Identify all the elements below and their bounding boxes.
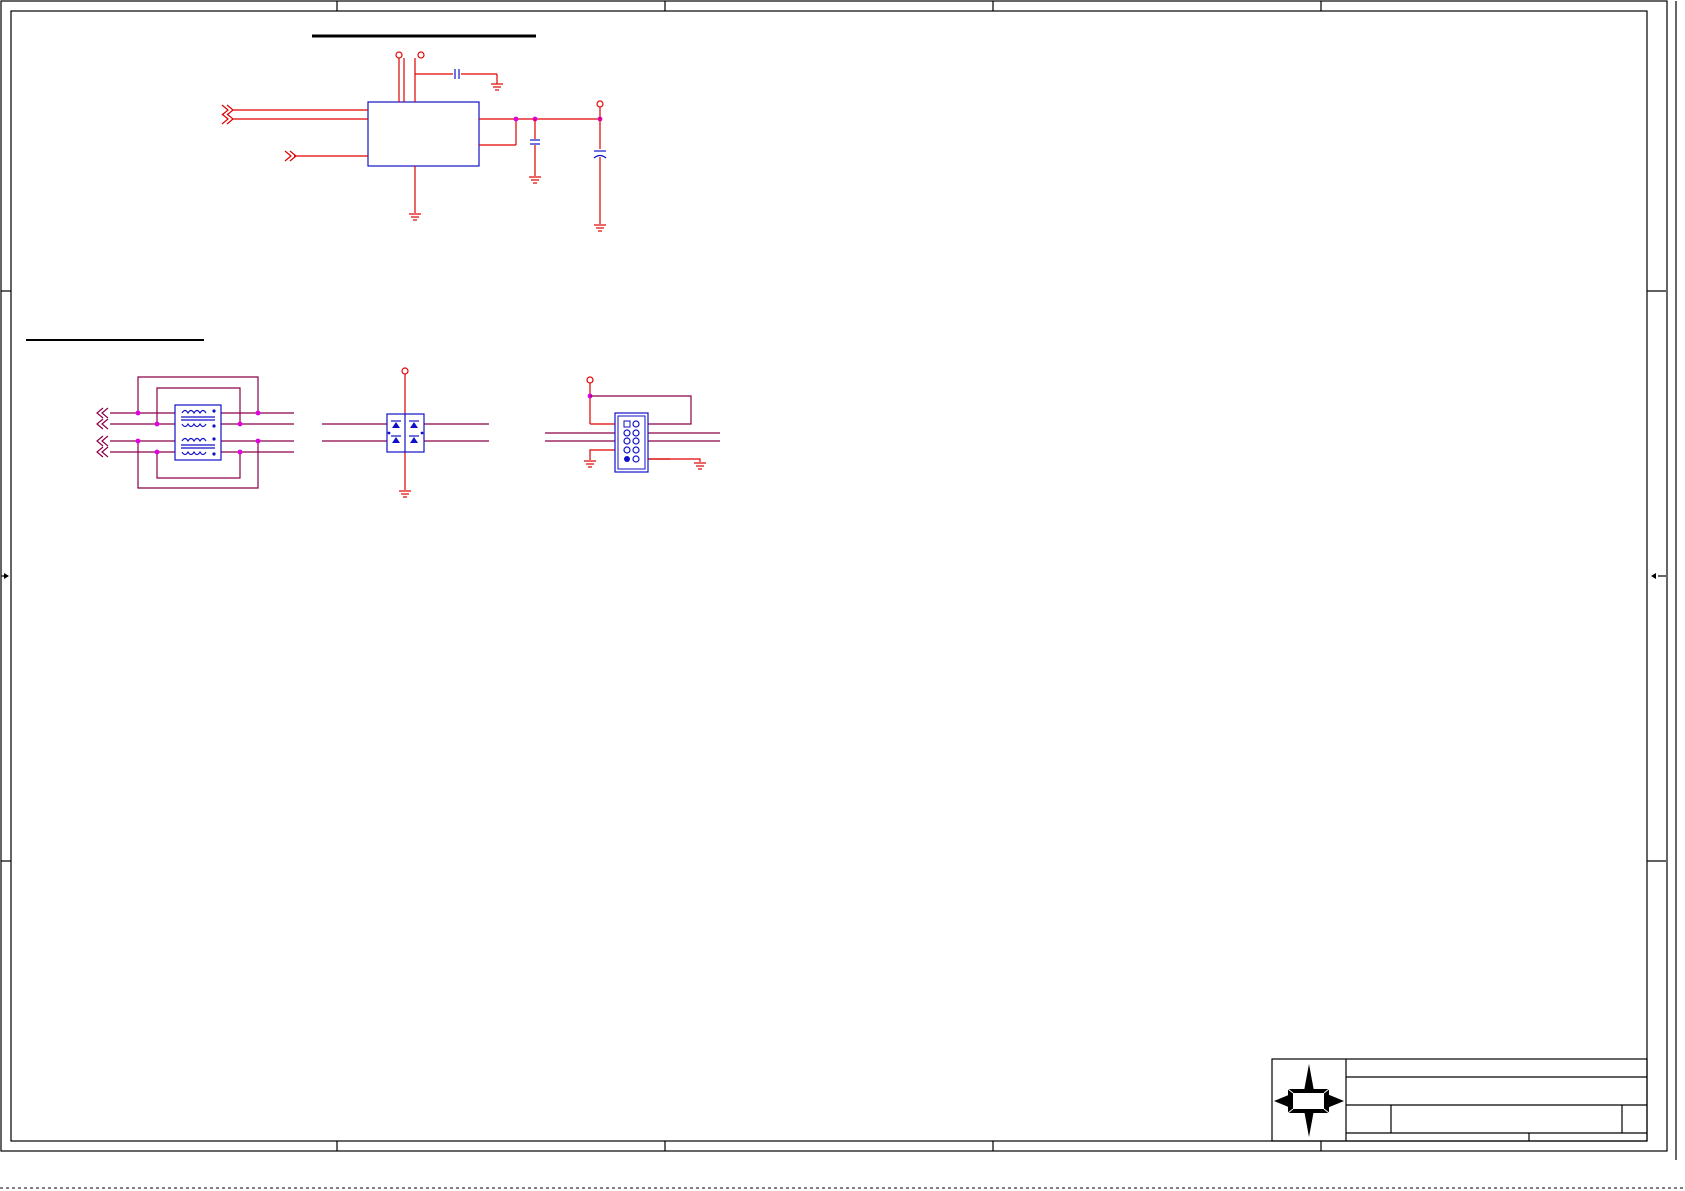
ground-icon xyxy=(584,460,596,468)
tvs-circuit xyxy=(322,367,489,498)
power-port-icon xyxy=(395,51,403,59)
power-port-icon xyxy=(586,376,594,384)
pin-header-icon xyxy=(614,412,649,473)
ground-icon xyxy=(694,462,706,470)
offpage-connector-icon xyxy=(96,446,109,458)
ground-icon xyxy=(409,213,421,221)
regulator-ic xyxy=(367,101,480,167)
capacitor-icon xyxy=(454,69,460,79)
offpage-connector-icon xyxy=(96,418,109,430)
transformer-circuit xyxy=(96,376,294,489)
power-port-icon xyxy=(596,100,604,108)
offpage-connector-icon xyxy=(221,104,234,116)
offpage-connector-icon xyxy=(96,435,109,447)
header-circuit xyxy=(545,376,720,473)
regulator-circuit xyxy=(221,51,607,232)
ground-icon xyxy=(491,83,503,91)
transformer-icon xyxy=(174,404,222,461)
capacitor-icon xyxy=(530,139,540,145)
ground-icon xyxy=(529,176,541,184)
offpage-connector-icon xyxy=(96,407,109,419)
ground-icon xyxy=(399,490,411,498)
offpage-connector-icon xyxy=(221,113,234,125)
title-block xyxy=(1271,1058,1648,1142)
schematic-sheet xyxy=(0,0,1685,1189)
tvs-diode-array-icon xyxy=(386,413,425,453)
zone-ticks xyxy=(1,1,1666,1151)
compass-star-logo xyxy=(1274,1064,1344,1137)
power-port-icon xyxy=(401,367,409,375)
capacitor-icon xyxy=(593,150,607,159)
ground-icon xyxy=(594,224,606,232)
sheet-border xyxy=(0,0,1685,1189)
power-port-icon xyxy=(417,51,425,59)
